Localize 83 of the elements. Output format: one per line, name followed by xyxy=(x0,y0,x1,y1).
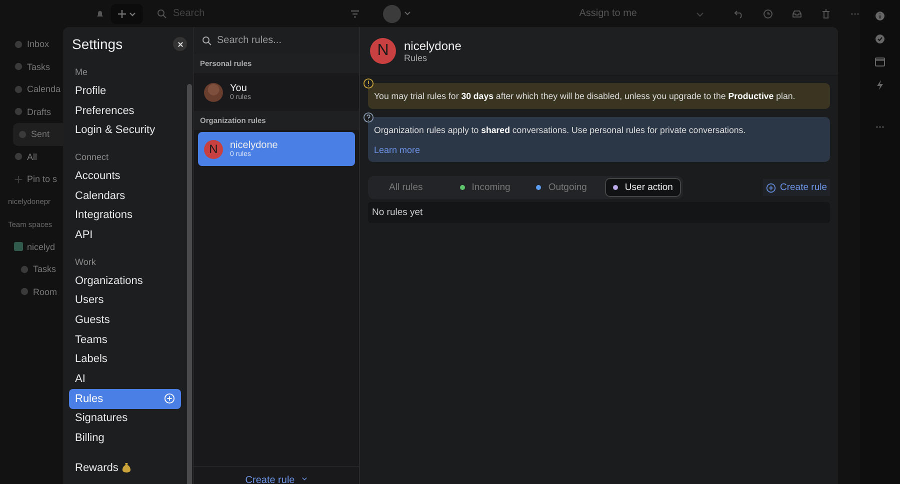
nav-item[interactable]: Guests xyxy=(69,310,181,330)
nav-item[interactable]: AI xyxy=(69,369,181,389)
circle-icon xyxy=(14,107,23,116)
create-rule-button[interactable]: Create rule xyxy=(245,475,308,484)
notice-text: You may trial rules for 30 days after which they will be disabled, unless you upgrade to the Productive plan. xyxy=(374,90,796,102)
empty-state: No rules yet xyxy=(368,202,830,223)
circle-icon xyxy=(14,40,23,49)
sidebar-item[interactable]: nicelyd xyxy=(0,236,63,258)
nav-heading: Connect xyxy=(74,151,110,164)
money-bag-icon xyxy=(122,462,132,474)
nav-item[interactable]: API xyxy=(69,225,181,245)
filter-icon[interactable] xyxy=(350,8,360,18)
clock-icon[interactable] xyxy=(763,8,773,18)
scrollbar[interactable] xyxy=(187,84,192,484)
nav-item[interactable]: Teams xyxy=(69,330,181,350)
nav-item[interactable]: Labels xyxy=(69,350,181,370)
sidebar-item[interactable]: Room xyxy=(0,280,63,303)
settings-title: Settings xyxy=(72,36,123,52)
plus-icon xyxy=(14,174,23,184)
close-icon xyxy=(176,40,184,48)
search-field[interactable]: Search rules... xyxy=(194,27,359,54)
circle-icon xyxy=(14,84,23,94)
circle-icon xyxy=(14,152,23,162)
nav-item[interactable]: Preferences xyxy=(69,100,181,120)
circle-icon xyxy=(20,287,29,296)
avatar: N xyxy=(204,140,223,158)
search-icon xyxy=(202,36,212,46)
help-icon xyxy=(363,112,374,123)
sidebar-item[interactable]: Calenda xyxy=(0,78,63,100)
page-subtitle: Rules xyxy=(404,53,428,63)
close-button[interactable] xyxy=(173,37,187,51)
nav-item[interactable]: Login & Security xyxy=(69,120,181,140)
add-icon[interactable] xyxy=(164,393,175,404)
sidebar-item[interactable]: All xyxy=(0,146,63,168)
inbox-icon[interactable] xyxy=(792,8,802,18)
notice-text: Organization rules apply to shared conversations. Use personal rules for private conversations. xyxy=(374,124,747,136)
team-icon xyxy=(14,242,23,252)
circle-icon xyxy=(14,62,23,72)
owner-name: nicelydone xyxy=(230,140,278,151)
add-icon xyxy=(766,182,776,192)
warning-icon xyxy=(363,78,374,89)
organization-name: nicelydone xyxy=(404,39,462,53)
nav-item[interactable]: Users xyxy=(69,290,181,310)
nav-heading: Work xyxy=(74,256,97,269)
filter-tab[interactable]: Incoming xyxy=(452,178,518,197)
owner-name: You xyxy=(230,83,248,94)
sidebar-item[interactable]: Inbox xyxy=(0,33,63,56)
check-icon[interactable] xyxy=(875,34,885,44)
create-rule-button[interactable]: Create rule xyxy=(763,179,830,196)
nav-item[interactable]: Accounts xyxy=(69,166,181,186)
nav-item[interactable]: Profile xyxy=(69,81,181,101)
learn-more-link[interactable]: Learn more xyxy=(374,145,420,155)
nav-heading: Me xyxy=(74,66,89,79)
nav-item[interactable]: Signatures xyxy=(69,408,181,428)
caret-icon xyxy=(300,475,308,482)
sidebar-item[interactable]: Tasks xyxy=(0,56,63,78)
nav-item[interactable]: Calendars xyxy=(69,186,181,206)
avatar-icon xyxy=(204,82,223,102)
nav-item[interactable]: Billing xyxy=(69,428,181,448)
new-button[interactable] xyxy=(111,4,143,24)
filter-tab[interactable]: All rules xyxy=(370,178,442,197)
window-icon[interactable] xyxy=(875,57,885,67)
bolt-icon[interactable] xyxy=(875,80,885,90)
info-icon[interactable] xyxy=(875,11,885,21)
avatar: N xyxy=(370,38,396,64)
nav-item[interactable]: Rules xyxy=(69,388,181,409)
sidebar-item[interactable]: Sent xyxy=(13,123,63,146)
avatar-icon[interactable] xyxy=(382,4,412,24)
circle-icon xyxy=(18,130,27,139)
nav-item[interactable]: Rewards xyxy=(69,458,181,478)
plus-icon xyxy=(117,8,137,18)
filter-tab[interactable]: Outgoing xyxy=(528,178,595,197)
bell-icon[interactable] xyxy=(95,8,105,18)
circle-icon xyxy=(20,264,29,274)
nav-item[interactable]: Integrations xyxy=(69,205,181,226)
trash-icon[interactable] xyxy=(821,8,831,18)
filter-tab[interactable]: User action xyxy=(604,178,681,197)
sidebar-item[interactable]: Drafts xyxy=(0,100,63,123)
search-icon xyxy=(157,8,167,18)
sidebar-item[interactable]: Pin to s xyxy=(0,168,63,190)
undo-icon[interactable] xyxy=(734,8,744,18)
sidebar-item[interactable]: Tasks xyxy=(0,258,63,280)
nav-item[interactable]: Organizations xyxy=(69,270,181,290)
